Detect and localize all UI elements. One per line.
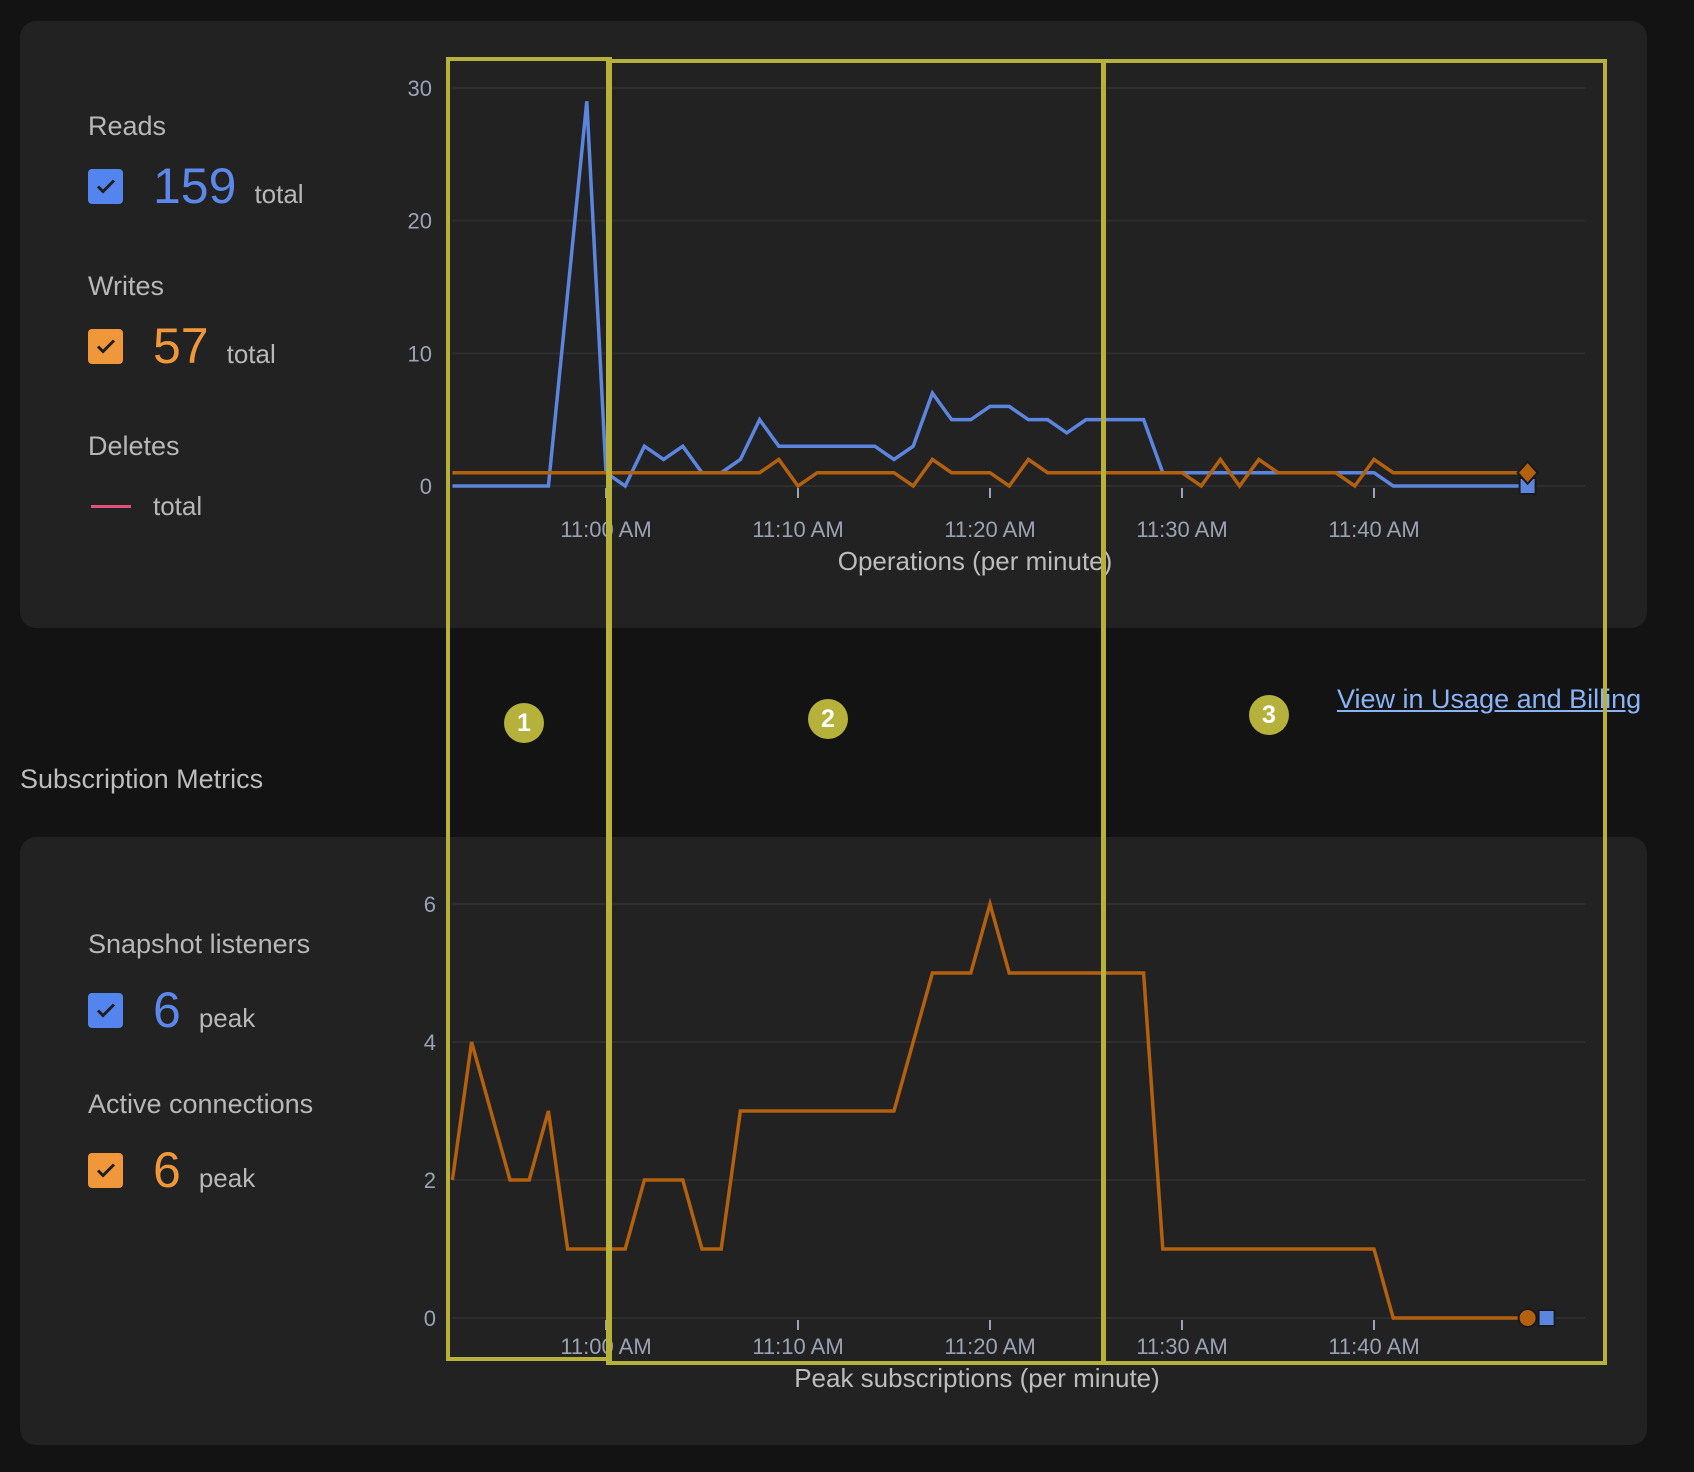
y-tick-label: 2 xyxy=(424,1168,436,1193)
subscriptions-chart: 0 2 4 6 11:00 AM 11:10 AM 11:20 AM 11:30 AM 11:4… xyxy=(424,892,1585,1393)
y-tick-label: 6 xyxy=(424,892,436,917)
y-tick-label: 0 xyxy=(424,1306,436,1331)
annotation-badge-2: 2 xyxy=(808,699,848,739)
x-tick-label: 11:10 AM xyxy=(752,1334,843,1359)
x-tick-label: 11:40 AM xyxy=(1328,1334,1419,1359)
end-marker-snapshot-listeners xyxy=(1537,1309,1556,1327)
series-line-active-connections xyxy=(450,897,1528,1320)
x-tick-label: 11:30 AM xyxy=(1136,1334,1227,1359)
x-tick-label: 11:00 AM xyxy=(560,1334,651,1359)
y-tick-label: 4 xyxy=(424,1030,436,1055)
x-axis-title: Peak subscriptions (per minute) xyxy=(794,1363,1160,1393)
annotation-badge-3: 3 xyxy=(1249,695,1289,735)
annotation-badge-1: 1 xyxy=(504,703,544,743)
end-marker-active-connections xyxy=(1517,1308,1538,1328)
x-tick-label: 11:20 AM xyxy=(944,1334,1035,1359)
